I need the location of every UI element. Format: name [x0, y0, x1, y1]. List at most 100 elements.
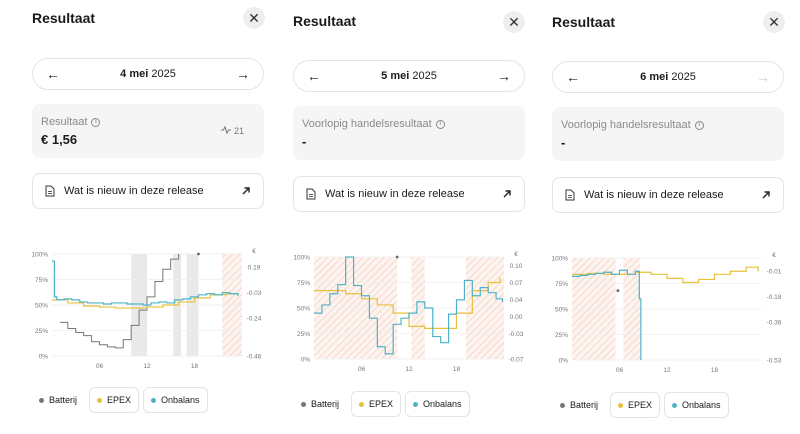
close-icon: ✕: [508, 13, 520, 30]
onbalans-dot-icon: [672, 402, 678, 408]
external-link-arrow-icon: [241, 186, 251, 196]
right-tick-label: -0.36: [767, 319, 782, 326]
left-tick-label: 100%: [31, 252, 48, 259]
right-tick-label: -0.46: [247, 354, 262, 361]
series-line-batterij: [59, 254, 180, 349]
document-icon: [565, 189, 575, 201]
x-tick-label: 12: [663, 367, 671, 374]
left-tick-label: 50%: [297, 306, 310, 313]
release-notes-label: Wat is nieuw in deze release: [64, 185, 204, 197]
right-tick-label: 0.00: [510, 314, 523, 321]
previous-day-arrow-icon[interactable]: ←: [45, 66, 61, 82]
right-axis-unit: €: [514, 251, 518, 258]
right-tick-label: -0.03: [509, 331, 524, 338]
right-tick-label: 0.07: [510, 280, 523, 287]
right-tick-label: 0.10: [510, 263, 523, 270]
right-axis-unit: €: [252, 248, 256, 255]
marker-dot: [395, 255, 399, 259]
x-tick-label: 18: [191, 363, 199, 370]
x-tick-label: 06: [358, 366, 366, 373]
left-tick-label: 75%: [555, 281, 568, 288]
result-chart: 100% 75% 50% 25% 0% €0.10 0.07 0.04 0.00 -0.03 -0.…: [292, 243, 532, 378]
result-panel-3: Resultaat ✕ ← 6 mei 2025 → Voorlopig han…: [530, 0, 800, 434]
release-notes-button[interactable]: Wat is nieuw in deze release: [552, 177, 784, 213]
close-button[interactable]: ✕: [763, 11, 785, 33]
result-card: Voorlopig handelsresultaat i -: [552, 107, 784, 161]
chart-legend: Batterij EPEX Onbalans: [555, 392, 729, 418]
next-day-arrow-icon[interactable]: →: [755, 69, 771, 85]
result-panel-1: Resultaat ✕ ← 4 mei 2025 → Resultaat i € …: [0, 0, 270, 434]
x-tick-label: 06: [96, 363, 104, 370]
activity-icon: [220, 125, 231, 136]
trade-count: 21: [233, 126, 244, 136]
result-value: -: [561, 135, 566, 150]
batterij-dot-icon: [560, 402, 565, 408]
info-icon[interactable]: i: [694, 120, 704, 130]
left-tick-label: 50%: [555, 307, 568, 314]
legend-epex[interactable]: EPEX: [610, 392, 661, 418]
left-tick-label: 100%: [551, 256, 568, 263]
document-icon: [306, 188, 316, 200]
marker-dot: [616, 289, 620, 293]
legend-onbalans[interactable]: Onbalans: [405, 391, 470, 417]
epex-dot-icon: [618, 402, 624, 408]
x-tick-label: 06: [616, 367, 624, 374]
left-tick-label: 25%: [35, 328, 48, 335]
left-tick-label: 25%: [555, 332, 568, 339]
result-label: Voorlopig handelsresultaat: [561, 119, 691, 131]
info-icon[interactable]: i: [435, 119, 445, 129]
result-value: € 1,56: [41, 132, 78, 147]
next-day-arrow-icon[interactable]: →: [496, 68, 512, 84]
legend-onbalans[interactable]: Onbalans: [143, 387, 208, 413]
onbalans-dot-icon: [413, 401, 419, 407]
legend-batterij[interactable]: Batterij: [34, 387, 85, 413]
epex-dot-icon: [359, 401, 365, 407]
result-value: -: [302, 134, 307, 149]
left-tick-label: 25%: [297, 331, 310, 338]
left-tick-label: 50%: [35, 303, 48, 310]
result-chart: 100% 75% 50% 25% 0% €0.19 -0.03 -0.24 -0.46 06 12 1…: [30, 244, 270, 374]
right-tick-label: -0.01: [767, 268, 782, 275]
previous-day-arrow-icon[interactable]: ←: [565, 69, 581, 85]
date-navigator: ← 4 mei 2025 →: [32, 58, 264, 90]
result-label: Voorlopig handelsresultaat: [302, 118, 432, 130]
legend-batterij[interactable]: Batterij: [296, 391, 347, 417]
result-chart: 100% 75% 50% 25% 0% € -0.01 -0.18 -0.36 -0.53 06 12…: [550, 248, 792, 383]
date-navigator: ← 5 mei 2025 →: [293, 60, 525, 92]
legend-batterij[interactable]: Batterij: [555, 392, 606, 418]
left-tick-label: 0%: [301, 357, 311, 364]
legend-epex[interactable]: EPEX: [89, 387, 140, 413]
close-icon: ✕: [248, 9, 260, 26]
next-day-arrow-icon[interactable]: →: [235, 66, 251, 82]
release-notes-button[interactable]: Wat is nieuw in deze release: [293, 176, 525, 212]
external-link-arrow-icon: [761, 190, 771, 200]
info-icon[interactable]: i: [91, 117, 101, 127]
date-label: 5 mei 2025: [381, 70, 437, 82]
date-navigator: ← 6 mei 2025 →: [552, 61, 784, 93]
legend-onbalans[interactable]: Onbalans: [664, 392, 729, 418]
right-tick-label: 0.04: [510, 297, 523, 304]
previous-day-arrow-icon[interactable]: ←: [306, 68, 322, 84]
onbalans-dot-icon: [151, 397, 157, 403]
right-tick-label: -0.03: [247, 290, 262, 297]
right-tick-label: 0.19: [248, 264, 261, 271]
release-notes-label: Wat is nieuw in deze release: [325, 188, 465, 200]
right-tick-label: -0.18: [767, 294, 782, 301]
date-label: 4 mei 2025: [120, 68, 176, 80]
release-notes-button[interactable]: Wat is nieuw in deze release: [32, 173, 264, 209]
close-icon: ✕: [768, 13, 780, 30]
legend-epex[interactable]: EPEX: [351, 391, 402, 417]
right-axis-unit: €: [772, 252, 776, 259]
panel-title: Resultaat: [293, 13, 357, 29]
result-card: Resultaat i € 1,56 21: [32, 104, 264, 158]
batterij-dot-icon: [39, 397, 44, 403]
marker-dot: [197, 252, 200, 256]
left-tick-label: 0%: [559, 358, 569, 365]
x-tick-label: 12: [143, 363, 151, 370]
x-tick-label: 12: [405, 366, 413, 373]
panel-title: Resultaat: [32, 10, 96, 26]
chart-legend: Batterij EPEX Onbalans: [34, 387, 208, 413]
batterij-dot-icon: [301, 401, 306, 407]
close-button[interactable]: ✕: [503, 11, 525, 33]
close-button[interactable]: ✕: [243, 7, 265, 29]
